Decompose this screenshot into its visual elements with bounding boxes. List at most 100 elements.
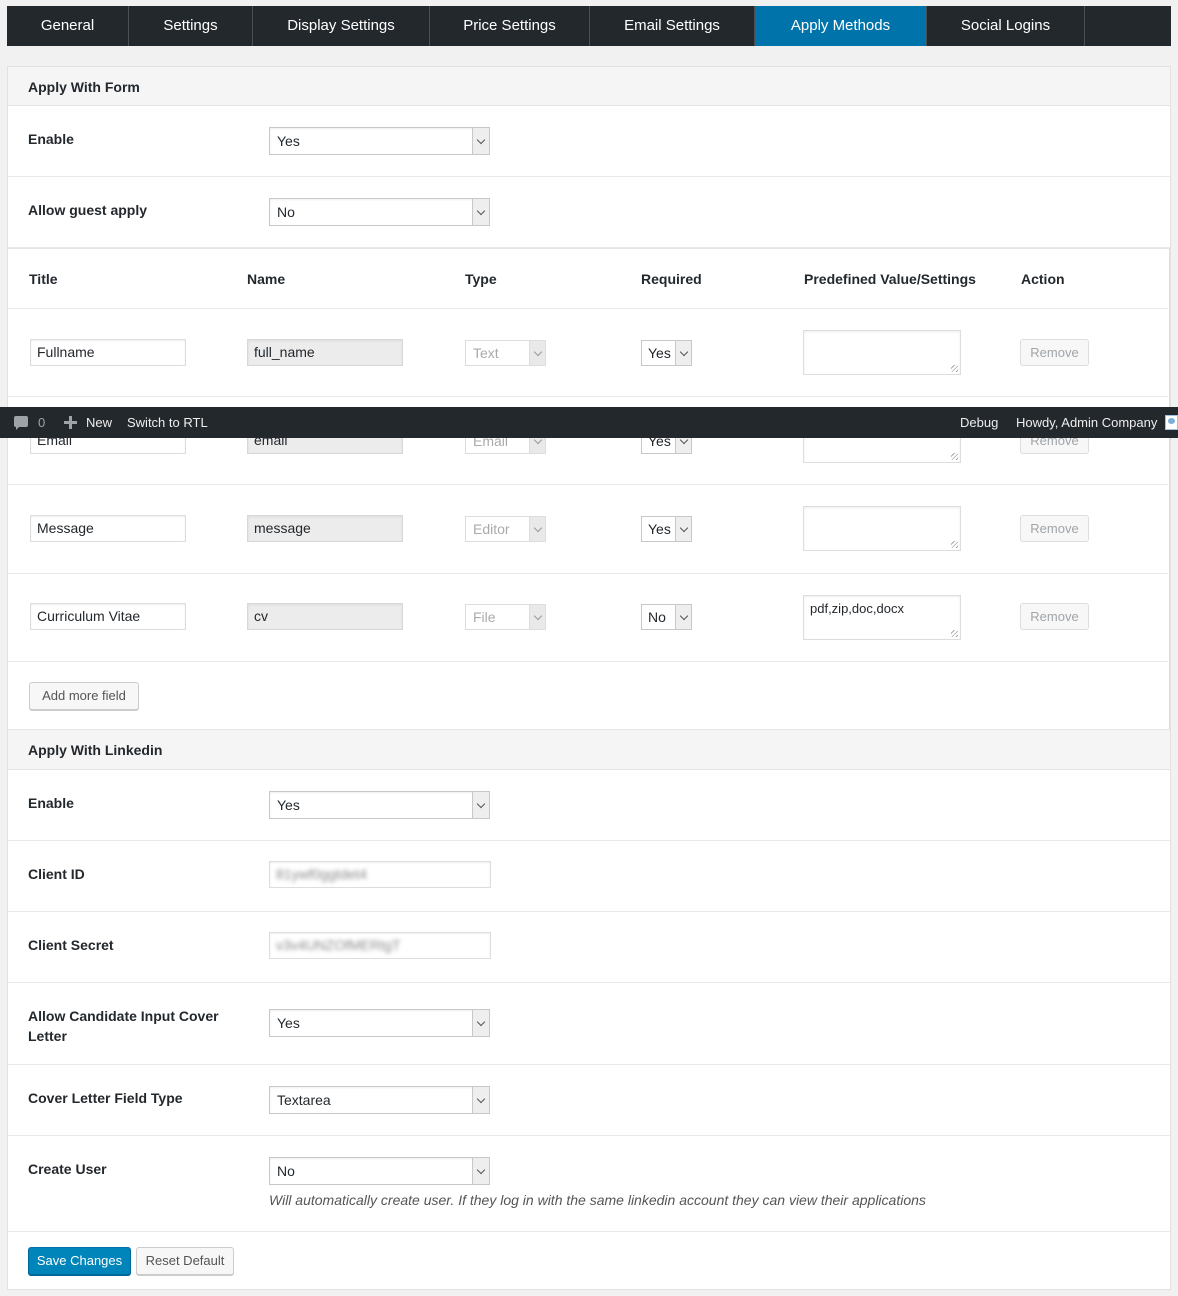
comments-link[interactable]: 0: [0, 407, 50, 438]
new-content-link[interactable]: New: [56, 407, 116, 438]
save-changes-button[interactable]: Save Changes: [28, 1247, 131, 1275]
table-footer: Add more field: [8, 661, 1168, 731]
switch-rtl-link[interactable]: Switch to RTL: [127, 407, 208, 438]
create-user-select[interactable]: No: [269, 1157, 490, 1185]
cover-letter-type-value: Textarea: [277, 1092, 331, 1108]
label-cover-letter-type: Cover Letter Field Type: [28, 1090, 183, 1106]
label-form-enable: Enable: [28, 131, 74, 147]
row-guest-apply: Allow guest apply No: [8, 177, 1170, 248]
table-row: Curriculum Vitae cv File No pdf,zip,doc,…: [8, 573, 1168, 661]
resize-grip-icon[interactable]: [951, 630, 958, 637]
field-required-value: Yes: [648, 345, 671, 361]
header-name: Name: [247, 271, 286, 287]
field-required-select[interactable]: Yes: [641, 340, 692, 366]
table-row: Message message Editor Yes Remove: [8, 484, 1168, 573]
chevron-down-icon: [472, 792, 489, 818]
remove-field-button[interactable]: Remove: [1020, 515, 1089, 542]
howdy-account-link[interactable]: Howdy, Admin Company: [1016, 407, 1157, 438]
field-required-value: No: [648, 609, 666, 625]
header-required: Required: [641, 271, 702, 287]
remove-field-button[interactable]: Remove: [1020, 339, 1089, 366]
section-heading-form: Apply With Form: [8, 67, 1170, 106]
label-guest-apply: Allow guest apply: [28, 202, 148, 218]
tab-social-logins[interactable]: Social Logins: [927, 6, 1085, 46]
tab-general[interactable]: General: [7, 6, 129, 46]
client-id-value: 81ywf0ggtdet4: [276, 866, 368, 882]
label-client-id: Client ID: [28, 866, 85, 882]
avatar[interactable]: [1165, 415, 1178, 430]
chevron-down-icon: [472, 1010, 489, 1036]
field-type-value: Text: [473, 345, 499, 361]
field-type-select: File: [465, 604, 546, 630]
settings-tabs: General Settings Display Settings Price …: [7, 6, 1171, 46]
table-row: Fullname full_name Text Yes Remove: [8, 308, 1168, 396]
guest-apply-value: No: [277, 204, 295, 220]
tab-apply-methods[interactable]: Apply Methods: [755, 6, 927, 46]
field-predefined-value: pdf,zip,doc,docx: [810, 601, 904, 616]
field-name-input: message: [247, 515, 403, 542]
chevron-down-icon: [472, 128, 489, 154]
remove-field-button[interactable]: Remove: [1020, 603, 1089, 630]
row-create-user: Create User No Will automatically create…: [8, 1136, 1170, 1232]
resize-grip-icon[interactable]: [951, 365, 958, 372]
header-action: Action: [1021, 271, 1065, 287]
tab-settings[interactable]: Settings: [129, 6, 253, 46]
row-form-enable: Enable Yes: [8, 106, 1170, 177]
header-title: Title: [29, 271, 58, 287]
tab-display-settings[interactable]: Display Settings: [253, 6, 430, 46]
cover-letter-type-select[interactable]: Textarea: [269, 1086, 490, 1114]
linkedin-enable-value: Yes: [277, 797, 300, 813]
row-cover-letter: Allow Candidate Input Cover Letter Yes: [8, 983, 1170, 1065]
field-title-input[interactable]: Fullname: [30, 339, 186, 366]
chevron-down-icon: [472, 1087, 489, 1113]
reset-default-button[interactable]: Reset Default: [136, 1247, 234, 1275]
field-required-select[interactable]: Yes: [641, 516, 692, 542]
plus-icon: [64, 416, 77, 429]
tab-email-settings[interactable]: Email Settings: [590, 6, 755, 46]
field-required-value: Yes: [648, 521, 671, 537]
add-more-field-button[interactable]: Add more field: [29, 682, 139, 710]
label-client-secret: Client Secret: [28, 937, 114, 953]
label-create-user: Create User: [28, 1161, 107, 1177]
form-enable-value: Yes: [277, 133, 300, 149]
field-title-input[interactable]: Message: [30, 515, 186, 542]
form-enable-select[interactable]: Yes: [269, 127, 490, 155]
client-secret-input[interactable]: v3v4UNZOfMERtgT: [269, 932, 491, 959]
header-type: Type: [465, 271, 497, 287]
admin-bar: 0 New Switch to RTL Debug Howdy, Admin C…: [0, 407, 1178, 438]
field-type-select: Text: [465, 340, 546, 366]
field-type-select: Editor: [465, 516, 546, 542]
debug-link[interactable]: Debug: [960, 407, 998, 438]
chevron-down-icon: [472, 199, 489, 225]
client-secret-value: v3v4UNZOfMERtgT: [276, 937, 401, 953]
row-linkedin-enable: Enable Yes: [8, 770, 1170, 841]
guest-apply-select[interactable]: No: [269, 198, 490, 226]
linkedin-enable-select[interactable]: Yes: [269, 791, 490, 819]
tab-price-settings[interactable]: Price Settings: [430, 6, 590, 46]
comment-icon: [14, 416, 28, 430]
field-name-input: cv: [247, 603, 403, 630]
cover-letter-select[interactable]: Yes: [269, 1009, 490, 1037]
chevron-down-icon: [529, 517, 545, 541]
chevron-down-icon: [675, 605, 691, 629]
section-heading-linkedin: Apply With Linkedin: [8, 730, 1170, 770]
new-label: New: [86, 415, 113, 430]
row-client-id: Client ID 81ywf0ggtdet4: [8, 841, 1170, 912]
settings-card: Apply With Form Enable Yes Allow guest a…: [7, 66, 1171, 1290]
cover-letter-value: Yes: [277, 1015, 300, 1031]
resize-grip-icon[interactable]: [951, 453, 958, 460]
field-required-select[interactable]: No: [641, 604, 692, 630]
row-client-secret: Client Secret v3v4UNZOfMERtgT: [8, 912, 1170, 983]
chevron-down-icon: [472, 1158, 489, 1184]
field-title-input[interactable]: Curriculum Vitae: [30, 603, 186, 630]
row-cover-letter-type: Cover Letter Field Type Textarea: [8, 1065, 1170, 1136]
client-id-input[interactable]: 81ywf0ggtdet4: [269, 861, 491, 888]
custom-fields-table: Title Name Type Required Predefined Valu…: [8, 248, 1170, 730]
resize-grip-icon[interactable]: [951, 541, 958, 548]
field-predefined-textarea[interactable]: pdf,zip,doc,docx: [803, 595, 961, 640]
header-predefined: Predefined Value/Settings: [804, 271, 976, 287]
label-cover-letter: Allow Candidate Input Cover Letter: [28, 1008, 219, 1044]
field-predefined-textarea[interactable]: [803, 330, 961, 375]
field-type-value: File: [473, 609, 496, 625]
field-predefined-textarea[interactable]: [803, 506, 961, 551]
